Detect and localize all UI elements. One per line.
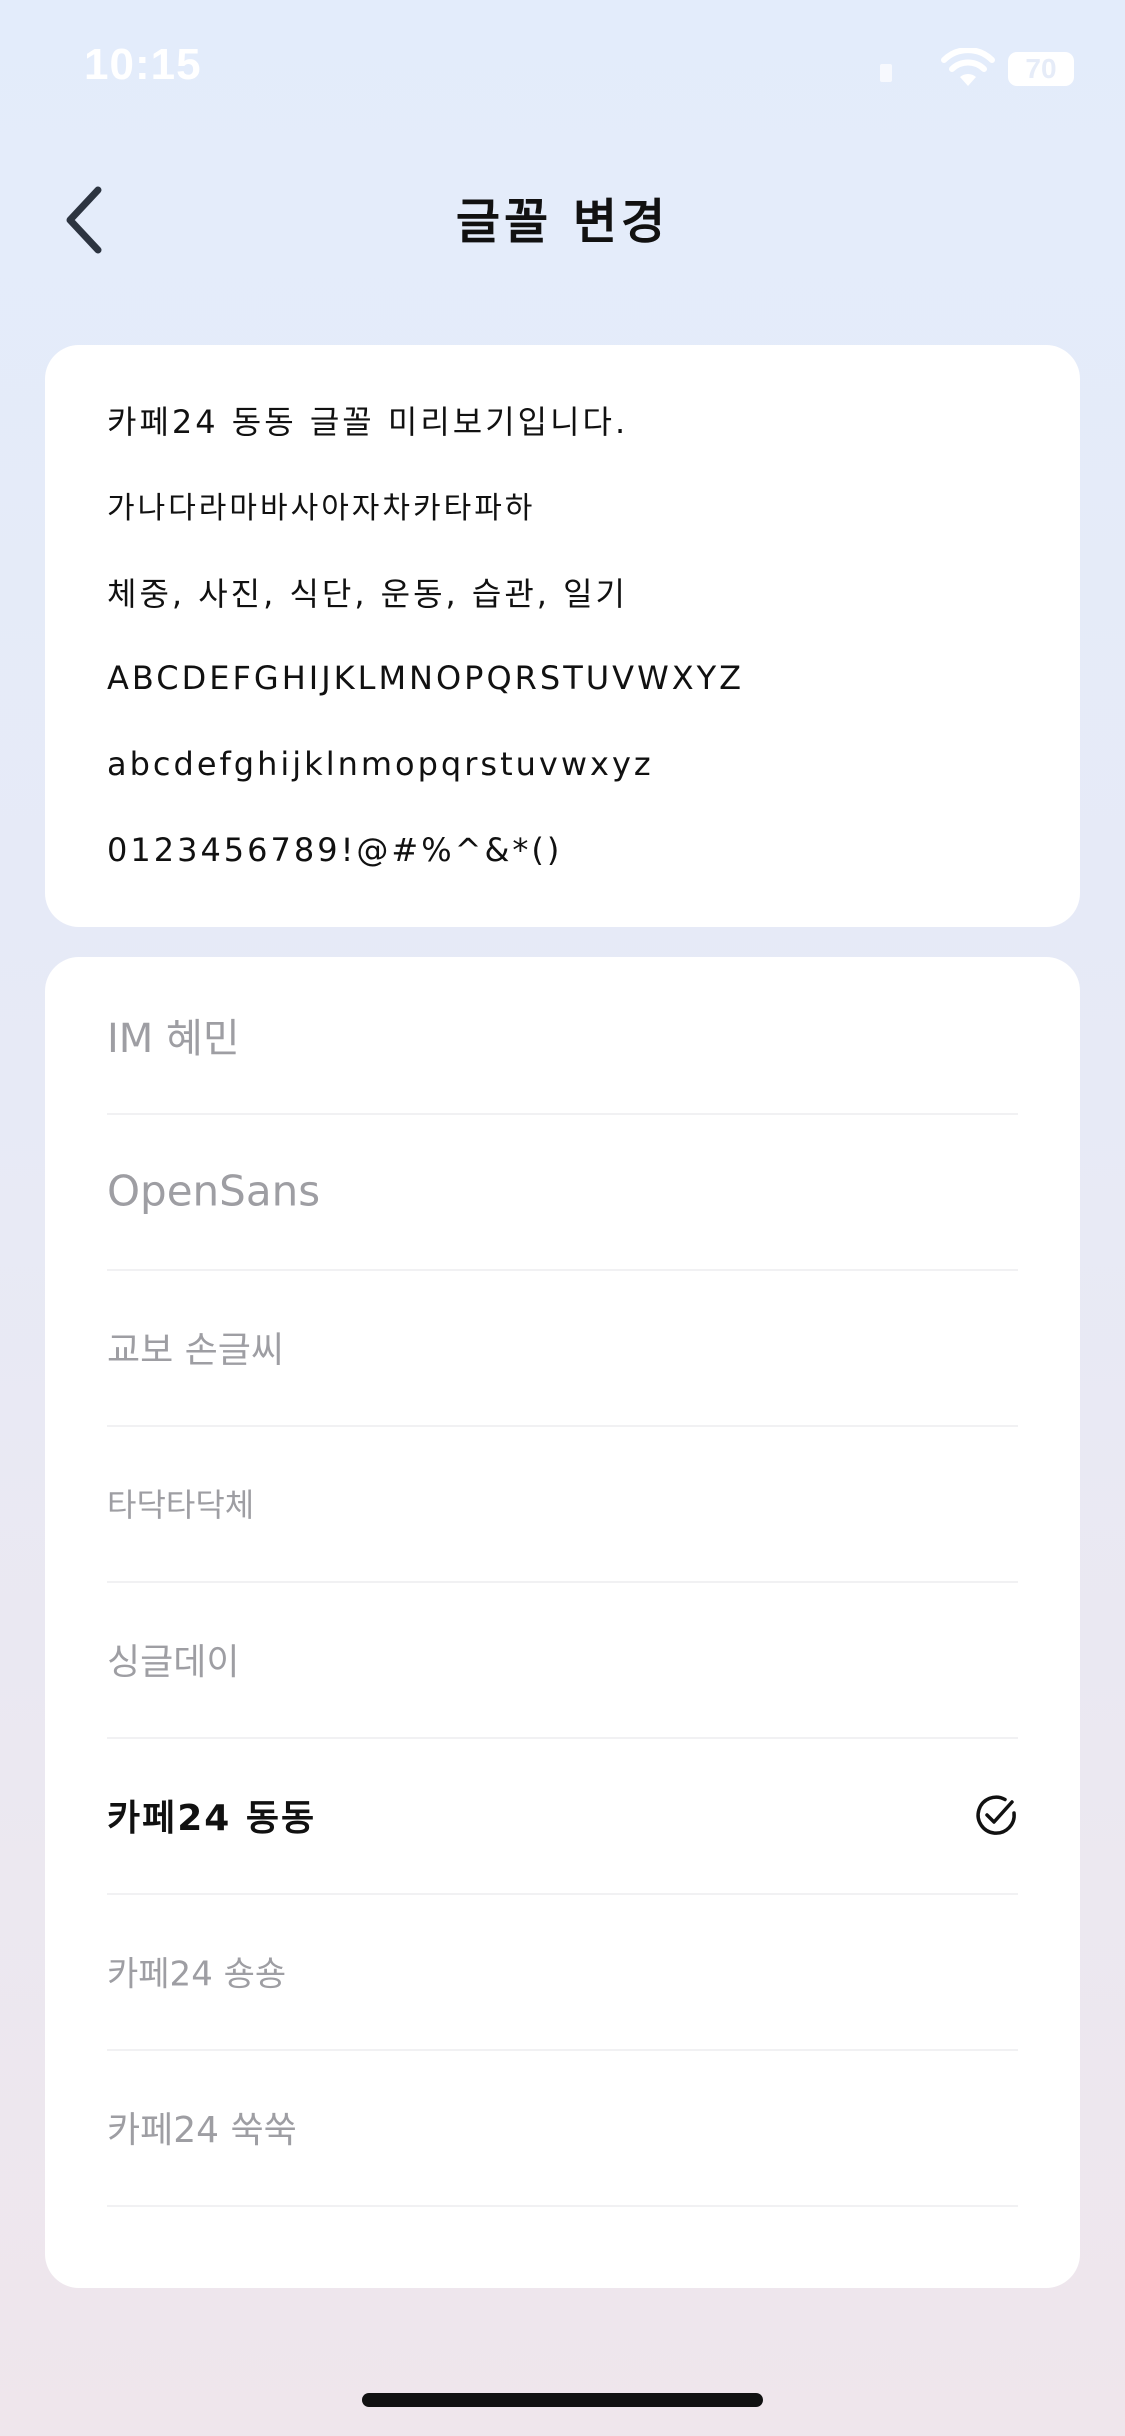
font-option-label: 교보 손글씨	[107, 1330, 285, 1371]
signal-icon	[880, 64, 892, 82]
font-option-cafe24-syongsyong[interactable]: 카페24 숑숑	[107, 1893, 1018, 2051]
status-bar: 10:15 70	[0, 0, 1125, 140]
font-option-cafe24-ssukssuk[interactable]: 카페24 쑥쑥	[107, 2049, 1018, 2207]
font-option-label: 타닥타닥체	[107, 1486, 255, 1524]
preview-line: ABCDEFGHIJKLMNOPQRSTUVWXYZ	[107, 659, 745, 697]
preview-line: 체중, 사진, 식단, 운동, 습관, 일기	[107, 575, 628, 613]
font-option-kyobo[interactable]: 교보 손글씨	[107, 1269, 1018, 1427]
font-option-opensans[interactable]: OpenSans	[107, 1113, 1018, 1271]
font-option-label: 카페24 쑥쑥	[107, 2110, 297, 2151]
wifi-icon	[941, 48, 995, 86]
preview-line: abcdefghijklnmopqrstuvwxyz	[107, 745, 654, 783]
check-circle-icon	[976, 1795, 1016, 1835]
font-option-label: 싱글데이	[107, 1642, 240, 1683]
font-option-label: 카페24 동동	[107, 1798, 317, 1839]
font-option-label: 카페24 숑숑	[107, 1954, 287, 1995]
preview-line: 0123456789!@#%^&*()	[107, 831, 563, 869]
font-option-label: OpenSans	[107, 1166, 321, 1216]
battery-icon: 70	[1008, 52, 1074, 86]
font-option-cafe24-dongdong[interactable]: 카페24 동동	[107, 1737, 1018, 1895]
font-option-label: IM 혜민	[107, 1016, 240, 1062]
font-option-im-hyemin[interactable]: IM 혜민	[107, 957, 1018, 1115]
page-title: 글꼴 변경	[455, 194, 670, 250]
font-option-tadak[interactable]: 타닥타닥체	[107, 1425, 1018, 1583]
nav-bar: 글꼴 변경	[0, 160, 1125, 270]
home-indicator	[362, 2393, 763, 2407]
font-list: IM 혜민 OpenSans 교보 손글씨 타닥타닥체 싱글데이 카페24 동동…	[45, 957, 1080, 2288]
status-time: 10:15	[84, 40, 202, 89]
font-preview-card: 카페24 동동 글꼴 미리보기입니다. 가나다라마바사아자차카타파하 체중, 사…	[45, 345, 1080, 927]
preview-line: 카페24 동동 글꼴 미리보기입니다.	[107, 403, 629, 441]
font-option-singleday[interactable]: 싱글데이	[107, 1581, 1018, 1739]
preview-line: 가나다라마바사아자차카타파하	[107, 491, 536, 526]
